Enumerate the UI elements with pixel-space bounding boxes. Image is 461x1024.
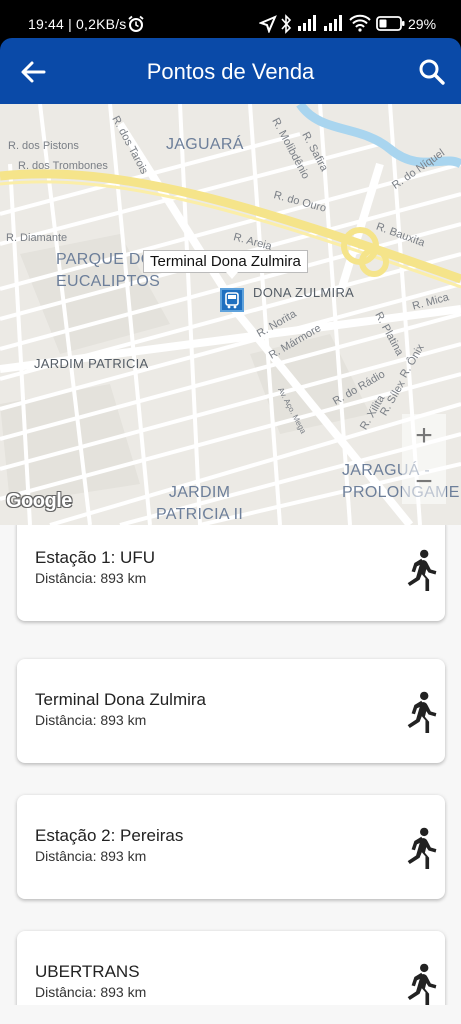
alarm-icon: [128, 15, 144, 32]
point-distance: Distância: 893 km: [35, 712, 147, 728]
walking-person-icon: [407, 691, 437, 733]
zoom-controls: + −: [402, 414, 446, 504]
point-name: Terminal Dona Zulmira: [35, 690, 206, 709]
point-distance: Distância: 893 km: [35, 984, 147, 1000]
signal-icon: [298, 15, 316, 31]
zoom-in-button[interactable]: +: [402, 414, 446, 458]
bus-terminal-marker-icon[interactable]: [220, 288, 244, 312]
search-icon[interactable]: [416, 56, 448, 88]
street-label-diamante: R. Diamante: [6, 232, 68, 244]
google-logo: Google: [6, 490, 72, 512]
location-arrow-icon: [259, 15, 277, 33]
walking-person-icon: [407, 827, 437, 869]
walking-person-icon: [407, 549, 437, 591]
area-label-jardim-patricia-ii: JARDIM PATRICIA II: [156, 484, 244, 523]
walking-person-icon: [407, 963, 437, 1005]
map-view[interactable]: R. dos Pistons R. dos Trombones R. dos T…: [0, 104, 461, 525]
point-name: Estação 2: Pereiras: [35, 826, 184, 845]
point-name: UBERTRANS: [35, 962, 140, 981]
point-card[interactable]: Estação 1: UFU Distância: 893 km: [17, 525, 445, 621]
point-card[interactable]: UBERTRANS Distância: 893 km: [17, 931, 445, 1005]
zoom-out-button[interactable]: −: [402, 460, 446, 504]
status-time: 19:44 | 0,2KB/s: [28, 16, 127, 32]
area-label-jardim-patricia: JARDIM PATRICIA: [34, 356, 149, 371]
bluetooth-icon: [281, 14, 292, 34]
point-distance: Distância: 893 km: [35, 570, 147, 586]
bus-icon: [225, 292, 239, 309]
battery-icon: [376, 16, 405, 31]
street-label-trombones: R. dos Trombones: [18, 160, 108, 172]
page-title: Pontos de Venda: [146, 59, 315, 84]
point-card[interactable]: Estação 2: Pereiras Distância: 893 km: [17, 795, 445, 899]
battery-percent: 29%: [408, 16, 437, 32]
signal-2-icon: [324, 15, 342, 31]
bottom-nav-area: [0, 1005, 461, 1024]
point-distance: Distância: 893 km: [35, 848, 147, 864]
app-bar: Pontos de Venda: [0, 38, 461, 104]
wifi-icon: [349, 14, 371, 32]
area-label-dona-zulmira: DONA ZULMIRA: [253, 285, 355, 300]
marker-tooltip: Terminal Dona Zulmira: [143, 250, 308, 279]
point-name: Estação 1: UFU: [35, 548, 155, 567]
points-list: Estação 1: UFU Distância: 893 km Termina…: [0, 525, 461, 1005]
area-label-jaguara: JAGUARÁ: [166, 136, 244, 153]
street-label-pistons: R. dos Pistons: [8, 140, 79, 152]
point-card[interactable]: Terminal Dona Zulmira Distância: 893 km: [17, 659, 445, 763]
